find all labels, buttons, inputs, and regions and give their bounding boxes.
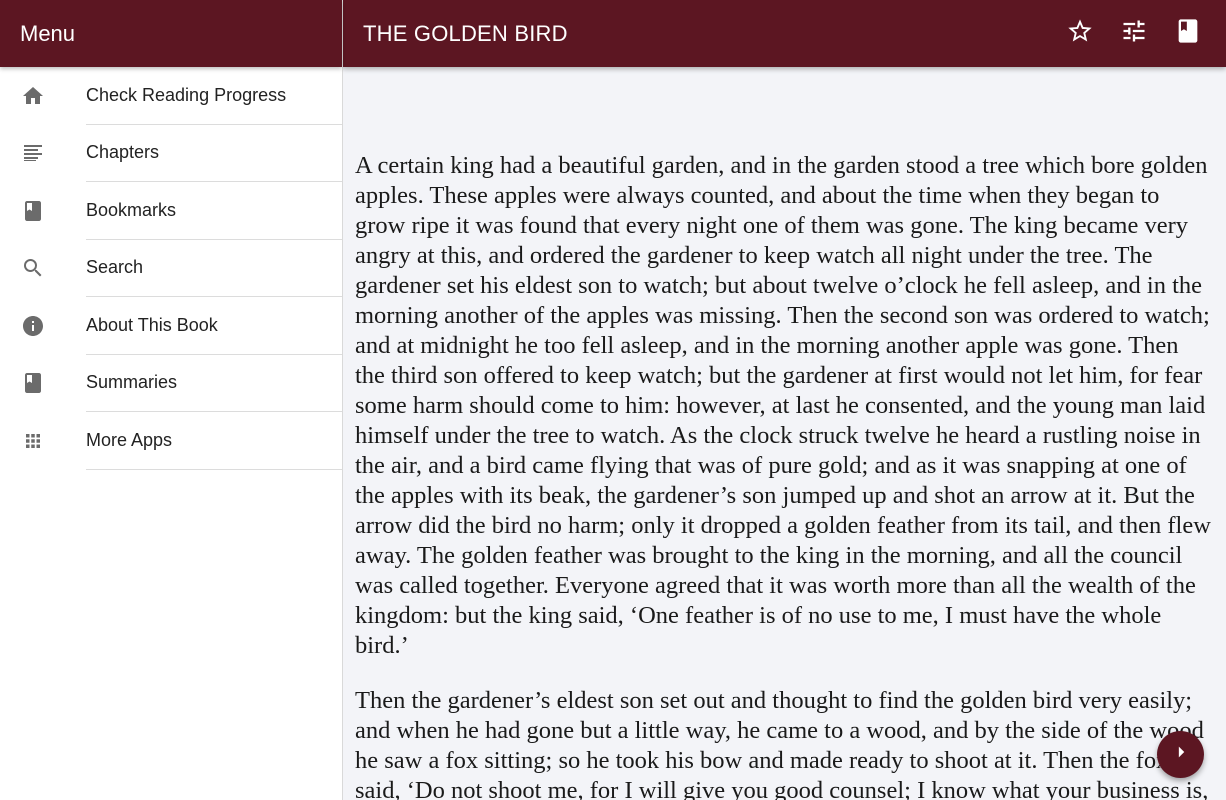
menu-item-search[interactable]: Search [0, 240, 342, 297]
menu-item-summaries[interactable]: Summaries [0, 355, 342, 412]
paragraph: A certain king had a beautiful garden, a… [355, 152, 1211, 659]
chapter-text: A certain king had a beautiful garden, a… [343, 67, 1226, 800]
bookmarks-button[interactable] [1168, 14, 1208, 54]
chevron-right-icon [1168, 739, 1194, 770]
display-settings-button[interactable] [1114, 14, 1154, 54]
menu-item-check-reading-progress[interactable]: Check Reading Progress [0, 67, 342, 125]
app-bar: THE GOLDEN BIRD [343, 0, 1226, 67]
menu-item-label: More Apps [86, 412, 342, 470]
book-icon [21, 199, 45, 223]
drawer-menu: Check Reading Progress Chapters Bookmark… [0, 67, 342, 470]
next-page-button[interactable] [1157, 731, 1204, 778]
menu-item-label: Summaries [86, 355, 342, 412]
home-icon [21, 84, 45, 108]
info-icon [21, 314, 45, 338]
star-icon [1066, 17, 1094, 50]
app-window: Menu Check Reading Progress Chapters Boo… [0, 0, 1226, 800]
list-icon [21, 141, 45, 165]
menu-item-label: Chapters [86, 125, 342, 182]
menu-item-more-apps[interactable]: More Apps [0, 412, 342, 470]
menu-item-chapters[interactable]: Chapters [0, 125, 342, 182]
bookmark-star-button[interactable] [1060, 14, 1100, 54]
menu-item-label: Bookmarks [86, 182, 342, 240]
tune-icon [1120, 17, 1148, 50]
menu-item-bookmarks[interactable]: Bookmarks [0, 182, 342, 240]
menu-item-label: About This Book [86, 297, 342, 355]
book-icon [21, 371, 45, 395]
menu-item-about-this-book[interactable]: About This Book [0, 297, 342, 355]
apps-grid-icon [21, 429, 45, 453]
reading-pane[interactable]: A certain king had a beautiful garden, a… [343, 67, 1226, 800]
paragraph: Then the gardener’s eldest son set out a… [355, 687, 1209, 800]
menu-item-label: Check Reading Progress [86, 67, 342, 125]
book-title: THE GOLDEN BIRD [363, 20, 568, 46]
book-icon [1174, 17, 1202, 50]
menu-item-label: Search [86, 240, 342, 297]
drawer-title: Menu [0, 0, 342, 67]
search-icon [21, 256, 45, 280]
app-bar-actions [1046, 14, 1208, 54]
navigation-drawer: Menu Check Reading Progress Chapters Boo… [0, 0, 343, 800]
